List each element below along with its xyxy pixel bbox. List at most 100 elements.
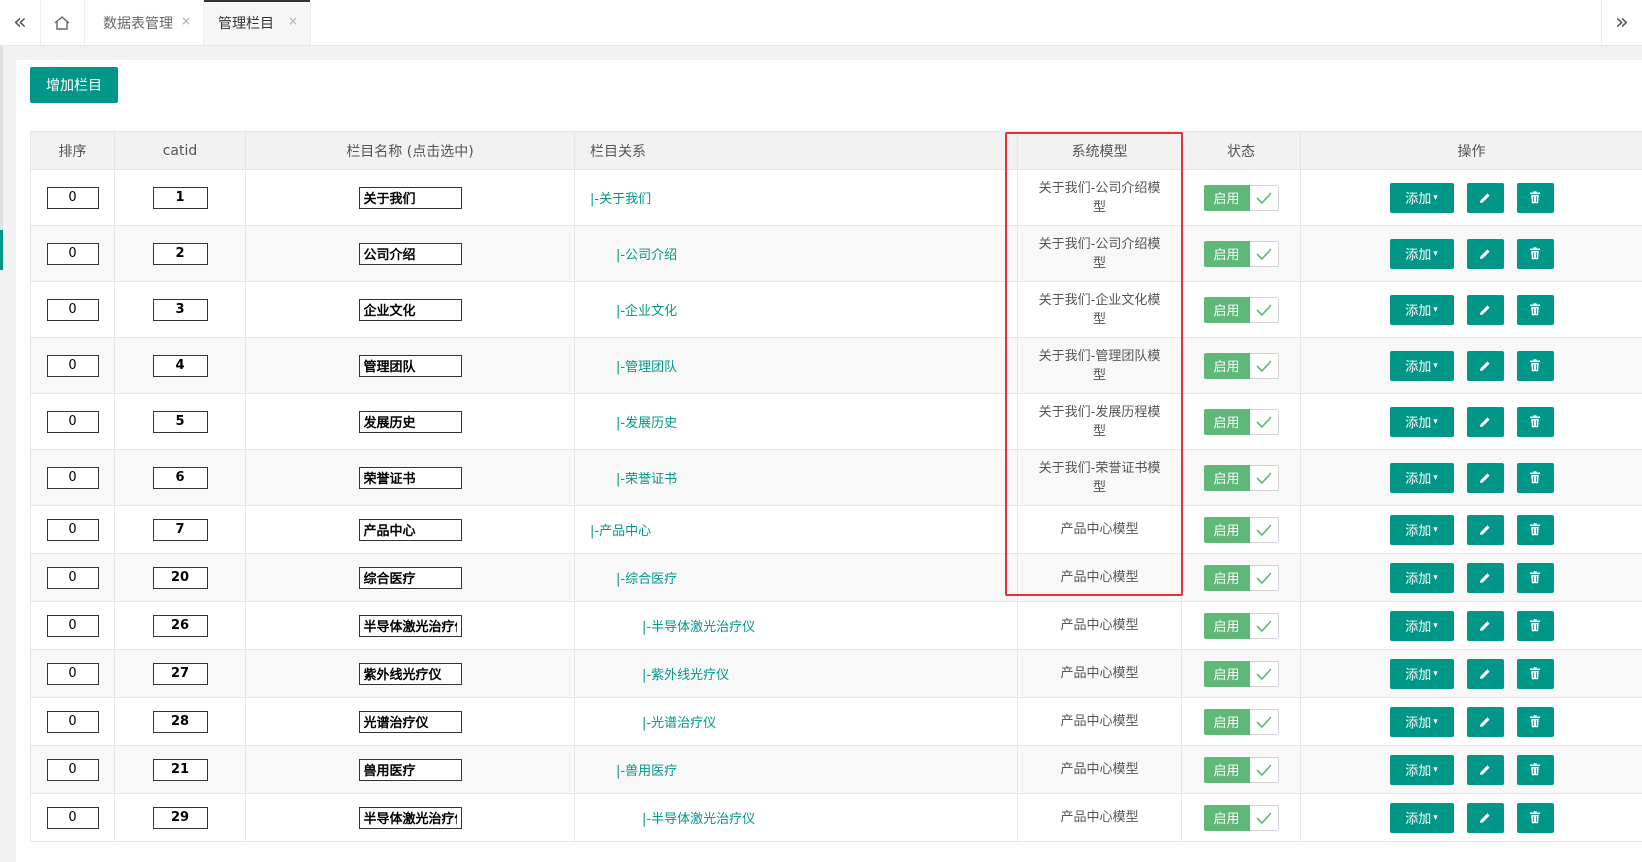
relation-link[interactable]: |-荣誉证书 — [616, 472, 677, 487]
column-name-input[interactable] — [358, 186, 462, 209]
status-toggle[interactable]: 启用 — [1203, 804, 1279, 831]
delete-button[interactable] — [1516, 706, 1554, 737]
edit-button[interactable] — [1466, 182, 1504, 213]
catid-input[interactable] — [152, 518, 208, 541]
add-dropdown-button[interactable]: 添加 ▾ — [1389, 406, 1454, 437]
catid-input[interactable] — [152, 566, 208, 589]
edit-button[interactable] — [1466, 562, 1504, 593]
edit-button[interactable] — [1466, 802, 1504, 833]
column-name-input[interactable] — [358, 410, 462, 433]
catid-input[interactable] — [152, 806, 208, 829]
relation-link[interactable]: |-产品中心 — [590, 524, 651, 539]
status-toggle[interactable]: 启用 — [1203, 564, 1279, 591]
catid-input[interactable] — [152, 614, 208, 637]
edit-button[interactable] — [1466, 658, 1504, 689]
edit-button[interactable] — [1466, 462, 1504, 493]
close-icon[interactable]: × — [181, 14, 191, 28]
scroll-right-icon[interactable]: » — [1601, 0, 1642, 45]
sort-input[interactable] — [46, 298, 99, 321]
edit-button[interactable] — [1466, 406, 1504, 437]
edit-button[interactable] — [1466, 350, 1504, 381]
column-name-input[interactable] — [358, 758, 462, 781]
delete-button[interactable] — [1516, 754, 1554, 785]
sort-input[interactable] — [46, 614, 99, 637]
catid-input[interactable] — [152, 662, 208, 685]
home-tab[interactable] — [40, 0, 85, 45]
relation-link[interactable]: |-半导体激光治疗仪 — [642, 620, 755, 635]
catid-input[interactable] — [152, 186, 208, 209]
relation-link[interactable]: |-管理团队 — [616, 360, 677, 375]
add-dropdown-button[interactable]: 添加 ▾ — [1389, 462, 1454, 493]
catid-input[interactable] — [152, 410, 208, 433]
delete-button[interactable] — [1516, 462, 1554, 493]
relation-link[interactable]: |-发展历史 — [616, 416, 677, 431]
add-dropdown-button[interactable]: 添加 ▾ — [1389, 706, 1454, 737]
catid-input[interactable] — [152, 298, 208, 321]
delete-button[interactable] — [1516, 802, 1554, 833]
add-dropdown-button[interactable]: 添加 ▾ — [1389, 238, 1454, 269]
delete-button[interactable] — [1516, 294, 1554, 325]
edit-button[interactable] — [1466, 610, 1504, 641]
relation-link[interactable]: |-公司介绍 — [616, 248, 677, 263]
delete-button[interactable] — [1516, 238, 1554, 269]
sort-input[interactable] — [46, 186, 99, 209]
edit-button[interactable] — [1466, 294, 1504, 325]
relation-link[interactable]: |-综合医疗 — [616, 572, 677, 587]
delete-button[interactable] — [1516, 562, 1554, 593]
add-dropdown-button[interactable]: 添加 ▾ — [1389, 658, 1454, 689]
column-name-input[interactable] — [358, 354, 462, 377]
delete-button[interactable] — [1516, 406, 1554, 437]
sort-input[interactable] — [46, 410, 99, 433]
sort-input[interactable] — [46, 354, 99, 377]
relation-link[interactable]: |-光谱治疗仪 — [642, 716, 716, 731]
catid-input[interactable] — [152, 242, 208, 265]
scroll-left-icon[interactable]: « — [0, 0, 41, 45]
status-toggle[interactable]: 启用 — [1203, 240, 1279, 267]
tab-data-table-manage[interactable]: 数据表管理 × — [85, 0, 204, 45]
relation-link[interactable]: |-关于我们 — [590, 192, 651, 207]
sort-input[interactable] — [46, 662, 99, 685]
status-toggle[interactable]: 启用 — [1203, 660, 1279, 687]
edit-button[interactable] — [1466, 706, 1504, 737]
column-name-input[interactable] — [358, 662, 462, 685]
edit-button[interactable] — [1466, 754, 1504, 785]
tab-manage-columns[interactable]: 管理栏目 × — [204, 0, 311, 45]
column-name-input[interactable] — [358, 298, 462, 321]
relation-link[interactable]: |-企业文化 — [616, 304, 677, 319]
sort-input[interactable] — [46, 518, 99, 541]
add-dropdown-button[interactable]: 添加 ▾ — [1389, 514, 1454, 545]
column-name-input[interactable] — [358, 242, 462, 265]
sort-input[interactable] — [46, 466, 99, 489]
status-toggle[interactable]: 启用 — [1203, 352, 1279, 379]
relation-link[interactable]: |-半导体激光治疗仪 — [642, 812, 755, 827]
delete-button[interactable] — [1516, 610, 1554, 641]
column-name-input[interactable] — [358, 614, 462, 637]
status-toggle[interactable]: 启用 — [1203, 612, 1279, 639]
add-column-button[interactable]: 增加栏目 — [30, 67, 118, 103]
status-toggle[interactable]: 启用 — [1203, 296, 1279, 323]
delete-button[interactable] — [1516, 350, 1554, 381]
sort-input[interactable] — [46, 242, 99, 265]
sort-input[interactable] — [46, 758, 99, 781]
relation-link[interactable]: |-紫外线光疗仪 — [642, 668, 729, 683]
catid-input[interactable] — [152, 466, 208, 489]
status-toggle[interactable]: 启用 — [1203, 756, 1279, 783]
add-dropdown-button[interactable]: 添加 ▾ — [1389, 802, 1454, 833]
add-dropdown-button[interactable]: 添加 ▾ — [1389, 182, 1454, 213]
close-icon[interactable]: × — [288, 14, 298, 28]
sort-input[interactable] — [46, 710, 99, 733]
catid-input[interactable] — [152, 354, 208, 377]
sort-input[interactable] — [46, 806, 99, 829]
relation-link[interactable]: |-兽用医疗 — [616, 764, 677, 779]
status-toggle[interactable]: 启用 — [1203, 464, 1279, 491]
column-name-input[interactable] — [358, 806, 462, 829]
status-toggle[interactable]: 启用 — [1203, 708, 1279, 735]
add-dropdown-button[interactable]: 添加 ▾ — [1389, 562, 1454, 593]
status-toggle[interactable]: 启用 — [1203, 516, 1279, 543]
status-toggle[interactable]: 启用 — [1203, 184, 1279, 211]
delete-button[interactable] — [1516, 182, 1554, 213]
delete-button[interactable] — [1516, 658, 1554, 689]
sort-input[interactable] — [46, 566, 99, 589]
catid-input[interactable] — [152, 758, 208, 781]
column-name-input[interactable] — [358, 466, 462, 489]
